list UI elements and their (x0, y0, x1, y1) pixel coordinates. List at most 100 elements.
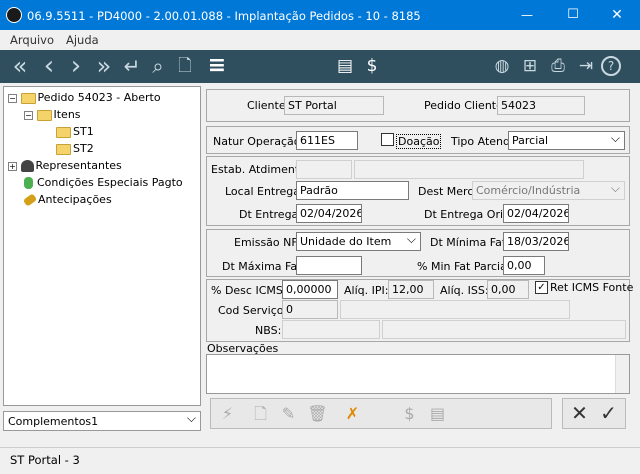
tree-node-representantes[interactable]: + Representantes (8, 159, 122, 172)
emissao-nf-label: Emissão NF: (234, 236, 301, 249)
folder-icon (20, 92, 36, 104)
folder-icon (56, 126, 71, 138)
settings-sliders-icon[interactable]: ≡ (205, 54, 229, 78)
nbs-code-field (282, 320, 380, 339)
dest-merc-label: Dest Merc: (418, 185, 478, 198)
pedido-cliente-label: Pedido Cliente: (424, 99, 507, 112)
status-text: ST Portal - 3 (10, 453, 80, 467)
collapse-icon[interactable]: − (8, 93, 17, 103)
cliente-field[interactable]: ST Portal (284, 96, 384, 115)
aliq-iss-label: Alíq. ISS: (440, 284, 489, 297)
report-icon[interactable]: ▤ (333, 54, 357, 78)
money-check-icon[interactable]: $ (360, 54, 384, 78)
ret-icms-fonte-checkbox[interactable]: ✓ (535, 281, 548, 294)
print-icon[interactable]: ⎙ (546, 54, 570, 78)
maximize-button[interactable]: ☐ (550, 0, 596, 30)
status-bar: ST Portal - 3 (0, 447, 640, 474)
tree-node-pedido[interactable]: − Pedido 54023 - Aberto (8, 91, 161, 104)
cod-servico-field[interactable]: 0 (282, 300, 338, 319)
doacao-checkbox[interactable] (381, 133, 394, 146)
tipo-atend-select[interactable]: Parcial (508, 131, 625, 150)
dt-maxima-fat-label: Dt Máxima Fat: (222, 260, 306, 273)
dt-entrega-orig-label: Dt Entrega Orig: (424, 208, 514, 221)
next-record-icon[interactable]: › (64, 53, 88, 79)
minimize-button[interactable]: — (504, 0, 550, 30)
edit-document-icon[interactable]: ✎ (276, 400, 301, 427)
observacoes-scrollbar[interactable] (615, 355, 629, 393)
money-icon (24, 177, 33, 189)
pedido-cliente-field[interactable]: 54023 (497, 96, 585, 115)
tree-node-itens[interactable]: − Itens (24, 108, 81, 121)
previous-record-icon[interactable]: ‹ (37, 53, 61, 79)
last-record-icon[interactable]: » (92, 54, 116, 78)
network-icon[interactable]: ⊞ (518, 54, 542, 78)
dt-entrega-orig-field[interactable]: 02/04/2026 (503, 204, 569, 223)
expand-icon[interactable]: + (8, 161, 17, 171)
cancel-button[interactable]: ✕ (567, 400, 592, 427)
observacoes-textarea[interactable] (206, 354, 630, 394)
person-icon (20, 160, 34, 172)
first-record-icon[interactable]: « (8, 54, 32, 78)
cod-servico-desc-field (340, 300, 570, 319)
tree-node-condicoes[interactable]: Condições Especiais Pagto (24, 176, 183, 189)
globe-icon[interactable]: ◍ (490, 54, 514, 78)
return-icon[interactable]: ↵ (120, 54, 144, 78)
natur-operacao-field[interactable]: 611ES (296, 131, 358, 150)
ret-icms-fonte-label: Ret ICMS Fonte (550, 281, 634, 294)
local-entrega-field[interactable]: Padrão (296, 181, 409, 200)
menu-ajuda[interactable]: Ajuda (66, 33, 99, 47)
folder-icon (36, 109, 52, 121)
aliq-ipi-field[interactable]: 12,00 (388, 280, 434, 299)
tree-node-st2[interactable]: ST2 (56, 142, 94, 155)
cod-servico-label: Cod Serviço: (218, 304, 288, 317)
app-icon (6, 7, 22, 23)
dt-entrega-field[interactable]: 02/04/2026 (296, 204, 362, 223)
menu-arquivo[interactable]: Arquivo (10, 33, 54, 47)
folder-icon (56, 143, 71, 155)
tree-node-antecipacoes[interactable]: Antecipações (22, 193, 112, 207)
min-fat-parcial-label: % Min Fat Parcial: (417, 260, 514, 273)
window-title: 06.9.5511 - PD4000 - 2.00.01.088 - Impla… (27, 9, 421, 23)
new-document-icon[interactable]: 🗋 (248, 400, 273, 427)
exit-icon[interactable]: ⇥ (574, 54, 598, 78)
aliq-iss-field[interactable]: 0,00 (487, 280, 529, 299)
nbs-desc-field (382, 320, 626, 339)
tipo-atend-label: Tipo Atend: (451, 135, 514, 148)
doacao-label: Doação (396, 134, 442, 149)
collapse-icon[interactable]: − (24, 110, 33, 120)
toolbar: « ‹ › » ↵ ⌕ 🗋 ≡ ▤ $ ◍ ⊞ ⎙ ⇥ ? (0, 50, 640, 83)
dt-maxima-fat-field[interactable] (296, 256, 362, 275)
help-icon[interactable]: ? (601, 56, 621, 76)
nbs-label: NBS: (255, 324, 282, 337)
estab-atendimento-label: Estab. Atdimento: (211, 163, 310, 176)
order-tree: − Pedido 54023 - Aberto − Itens ST1 ST2 … (3, 86, 201, 406)
confirm-button[interactable]: ✓ (596, 400, 621, 427)
tree-node-st1[interactable]: ST1 (56, 125, 94, 138)
desc-icms-label: % Desc ICMS: (211, 284, 287, 297)
cliente-label: Cliente: (247, 99, 290, 112)
cancel-folder-icon[interactable]: ✗ (340, 400, 365, 427)
search-icon[interactable]: ⌕ (146, 54, 170, 78)
aliq-ipi-label: Alíq. IPI: (344, 284, 389, 297)
emissao-nf-select[interactable]: Unidade do Item (296, 232, 421, 251)
local-entrega-label: Local Entrega: (225, 185, 304, 198)
close-window-button[interactable]: ✕ (594, 0, 640, 30)
dest-merc-select[interactable]: Comércio/Indústria (472, 181, 625, 200)
complementos-select[interactable]: Complementos1 (3, 411, 201, 431)
list-check-icon[interactable]: ▤ (425, 400, 450, 427)
lightning-icon[interactable]: ⚡ (215, 400, 240, 427)
delete-icon[interactable]: 🗑 (305, 400, 330, 427)
min-fat-parcial-field[interactable]: 0,00 (503, 256, 545, 275)
estab-code-field (296, 160, 352, 179)
money-check-icon[interactable]: $ (397, 400, 422, 427)
estab-name-field (354, 160, 584, 179)
desc-icms-field[interactable]: 0,00000 (282, 280, 338, 299)
natur-operacao-label: Natur Operação: (213, 135, 305, 148)
dt-entrega-label: Dt Entrega: (239, 208, 302, 221)
dt-minima-fat-field[interactable]: 18/03/2026 (503, 232, 569, 251)
dt-minima-fat-label: Dt Mínima Fat: (430, 236, 510, 249)
title-bar: 06.9.5511 - PD4000 - 2.00.01.088 - Impla… (0, 0, 640, 30)
key-icon (22, 193, 38, 207)
menu-bar: Arquivo Ajuda (0, 30, 640, 50)
document-icon[interactable]: 🗋 (173, 54, 197, 78)
